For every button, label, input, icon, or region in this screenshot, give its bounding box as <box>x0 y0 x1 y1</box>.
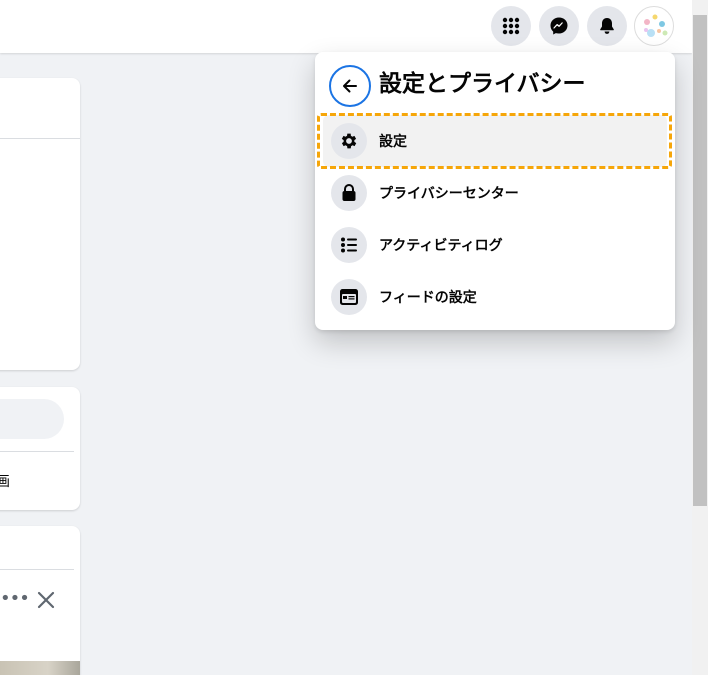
divider <box>0 451 74 452</box>
divider <box>0 569 74 570</box>
menu-item-label: 設定 <box>379 134 407 150</box>
settings-privacy-menu: 設定とプライバシー 設定 プライバシーセンター アクティビティログ フィードの設… <box>315 52 675 330</box>
composer-input[interactable] <box>0 399 64 439</box>
bell-icon <box>600 18 614 34</box>
close-icon[interactable] <box>36 590 56 610</box>
feed-window-icon <box>331 279 367 315</box>
menu-item-label: フィードの設定 <box>379 290 477 306</box>
menu-item-feed-preferences[interactable]: フィードの設定 <box>323 271 667 323</box>
more-options-icon[interactable]: ••• <box>0 588 30 609</box>
grid-icon <box>502 17 520 35</box>
notifications-button[interactable] <box>587 6 627 46</box>
menu-item-privacy-center[interactable]: プライバシーセンター <box>323 167 667 219</box>
lock-icon <box>331 175 367 211</box>
arrow-left-icon <box>343 79 357 93</box>
messenger-button[interactable] <box>539 6 579 46</box>
profile-avatar[interactable] <box>634 6 674 46</box>
menu-item-label: アクティビティログ <box>379 238 503 254</box>
avatar-image <box>644 14 668 37</box>
menu-title: 設定とプライバシー <box>379 71 586 97</box>
feed-card <box>0 78 80 370</box>
list-icon <box>331 227 367 263</box>
scrollbar-thumb[interactable] <box>693 15 707 506</box>
composer-action-label[interactable]: 画 <box>0 471 10 491</box>
divider <box>0 138 80 139</box>
gear-icon <box>331 123 367 159</box>
back-button[interactable] <box>329 65 371 107</box>
menu-item-label: プライバシーセンター <box>379 186 519 202</box>
post-image <box>0 661 80 675</box>
menu-button[interactable] <box>491 6 531 46</box>
menu-item-activity-log[interactable]: アクティビティログ <box>323 219 667 271</box>
messenger-icon <box>550 17 568 35</box>
menu-item-settings[interactable]: 設定 <box>323 115 667 167</box>
